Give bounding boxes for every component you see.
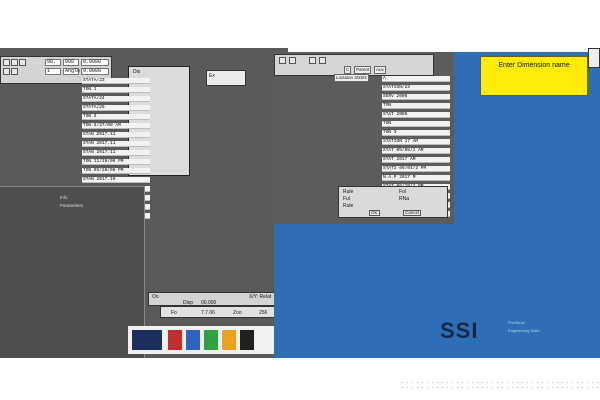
toolbar-button[interactable] — [3, 59, 10, 66]
dimension-tooltip: Enter Dimension name — [480, 56, 588, 96]
list-item[interactable]: STATA/23 — [82, 78, 150, 84]
toolbar-button[interactable] — [279, 57, 286, 64]
angle-label: Angle — [63, 68, 81, 75]
toolbar-button[interactable] — [3, 68, 10, 75]
toolbar-button[interactable] — [11, 68, 18, 75]
toolbar-button[interactable] — [309, 57, 316, 64]
brand-logo — [132, 330, 162, 350]
list-item[interactable]: TON 1 — [82, 87, 150, 93]
list-item[interactable]: N.A.P 2017 M — [382, 175, 450, 181]
list-item[interactable]: STAN 2017.10 — [82, 177, 150, 183]
right-application-window: C Parent Aux Loctaion 3/25/2 A STATION/23… — [274, 52, 600, 358]
dialog-row: Rule — [343, 189, 354, 195]
coord-field[interactable]: 90. — [45, 59, 61, 66]
list-item[interactable]: STAT 2017 AM — [382, 157, 450, 163]
dot-pattern-decoration — [400, 380, 600, 390]
list-item[interactable]: TON 11/26/08 PM — [82, 159, 150, 165]
angle-field[interactable]: 0.0000 — [81, 68, 109, 75]
status-bar-secondary: Fo 7.7.06 Zoo 256 — [160, 306, 288, 318]
list-item[interactable]: SERV 2006 — [382, 94, 450, 100]
dialog-row: Fol — [399, 189, 406, 195]
brand-logo-text: SSI — [440, 318, 479, 343]
window-edge — [588, 48, 600, 68]
toolbar-button[interactable] — [289, 57, 296, 64]
brand-subtitle: Engineering Suite — [508, 328, 540, 333]
app-logo-green — [204, 330, 218, 350]
properties-panel: Info Parameters — [0, 186, 145, 358]
tab-parent[interactable]: Parent — [354, 66, 372, 74]
app-logo-blue — [186, 330, 200, 350]
status-item: Zoo — [233, 310, 242, 316]
dialog-row: Ful — [343, 196, 350, 202]
list-item[interactable]: STAT 05/08/2 AM — [382, 148, 450, 154]
coord-field[interactable]: 1 — [45, 68, 61, 75]
tree-item-parameters[interactable]: Parameters — [60, 203, 83, 208]
composite-screenshot: 90. 000 0.0000 1 Angle 0.0000 Dis Sh Co … — [0, 48, 600, 368]
app-logo-orange — [222, 330, 236, 350]
list-item[interactable]: STATION/23 — [382, 85, 450, 91]
status-item: 256 — [259, 310, 268, 316]
list-item[interactable]: TON 3/27/08 AM — [82, 123, 150, 129]
dialog-title: Dis — [133, 69, 141, 75]
toolbar-button[interactable] — [19, 59, 26, 66]
ok-button[interactable]: OK — [369, 210, 380, 216]
list-item[interactable]: STATI 06/04/2 PM — [382, 166, 450, 172]
list-item[interactable]: TON — [382, 121, 450, 127]
left-cad-window: 90. 000 0.0000 1 Angle 0.0000 Dis Sh Co … — [0, 48, 298, 358]
status-item: Oo — [152, 294, 159, 300]
dialog-field-box[interactable]: Ex — [206, 70, 246, 86]
list-item[interactable]: STATA/25 — [82, 105, 150, 111]
brand-banner: SSI ProStruct Engineering Suite — [434, 308, 594, 348]
app-logo-dark — [240, 330, 254, 350]
tree-item-info[interactable]: Info — [60, 195, 68, 200]
tab-aux[interactable]: Aux — [374, 66, 386, 74]
status-item: X/Y: Relat — [249, 294, 272, 300]
list-item[interactable]: STAN 2017.11 — [82, 132, 150, 138]
dialog-label: Ex — [209, 73, 215, 79]
list-item[interactable]: TON 05/26/08 PM — [82, 168, 150, 174]
settings-dialog: Rule Ful Rule Fol RNa OK Cancel — [338, 186, 448, 218]
tab-location[interactable]: Loctaion 3/25/2 — [334, 74, 369, 82]
list-item[interactable]: STAN 2017.11 — [82, 141, 150, 147]
list-item[interactable]: STATION 17 AM — [382, 139, 450, 145]
dialog-row: RNa — [399, 196, 410, 202]
list-item[interactable]: TON 3 — [382, 130, 450, 136]
list-item[interactable]: STAT 2006 — [382, 112, 450, 118]
coord-field[interactable]: 000 — [63, 59, 79, 66]
status-item: 7.7.06 — [201, 310, 215, 316]
logo-strip — [128, 326, 278, 354]
cancel-button[interactable]: Cancel — [403, 210, 422, 216]
list-item[interactable]: STAN 2017.11 — [82, 150, 150, 156]
list-item[interactable]: STATA/24 — [82, 96, 150, 102]
tab-c[interactable]: C — [344, 66, 352, 74]
toolbar-button[interactable] — [319, 57, 326, 64]
status-item: Fo — [171, 310, 177, 316]
brand-subtitle: ProStruct — [508, 320, 525, 325]
toolbar-button[interactable] — [11, 59, 18, 66]
tab-strip: C Parent Aux Loctaion 3/25/2 — [278, 66, 428, 82]
list-item[interactable]: A — [382, 76, 450, 82]
app-logo-red — [168, 330, 182, 350]
coord-field[interactable]: 0.0000 — [81, 59, 109, 66]
right-workspace: C Parent Aux Loctaion 3/25/2 A STATION/23… — [274, 52, 454, 224]
dialog-row: Rule — [343, 203, 354, 209]
list-item[interactable]: TON 3 — [82, 114, 150, 120]
list-item[interactable]: TON — [382, 103, 450, 109]
